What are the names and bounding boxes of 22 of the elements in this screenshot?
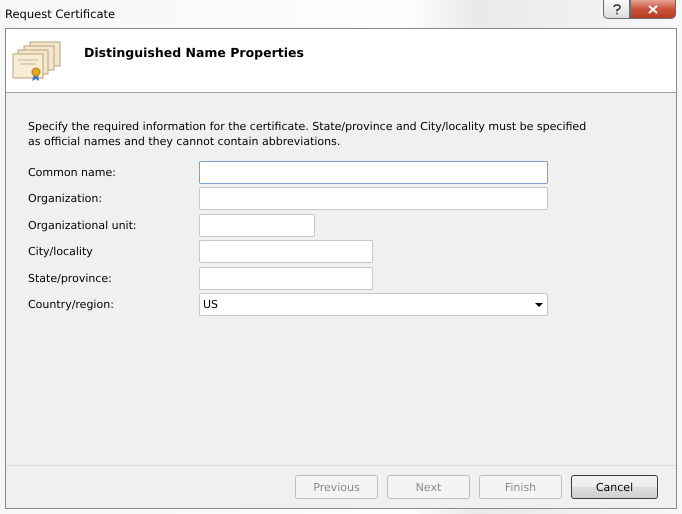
help-button[interactable] [603, 0, 630, 19]
input-field[interactable] [199, 160, 548, 184]
default-button[interactable]: Cancel [571, 475, 658, 499]
certificate-icon [12, 40, 62, 82]
field-label: Common name: [28, 166, 117, 179]
close-button[interactable] [630, 0, 676, 19]
input-field[interactable] [199, 187, 548, 210]
input-field[interactable] [199, 266, 373, 290]
instructions-text: Specify the required information for the certificate. State/province and City/locality must be specified as official names and they cannot contain abbreviations. [28, 119, 588, 149]
field-label: Organization: [28, 192, 104, 206]
field-label: Country/region: [28, 298, 115, 312]
country-dropdown[interactable]: US [199, 293, 548, 316]
help-icon [612, 4, 620, 14]
field-label: State/province: [28, 272, 113, 285]
caret-icon [535, 302, 543, 307]
input-field[interactable] [199, 214, 315, 237]
window-title: Request Certificate [5, 7, 116, 21]
close-icon [648, 4, 658, 14]
field-label: Organizational unit: [28, 218, 138, 232]
input-field[interactable] [199, 240, 373, 264]
field-label: City/locality [28, 245, 94, 258]
page-heading: Distinguished Name Properties [84, 45, 304, 60]
